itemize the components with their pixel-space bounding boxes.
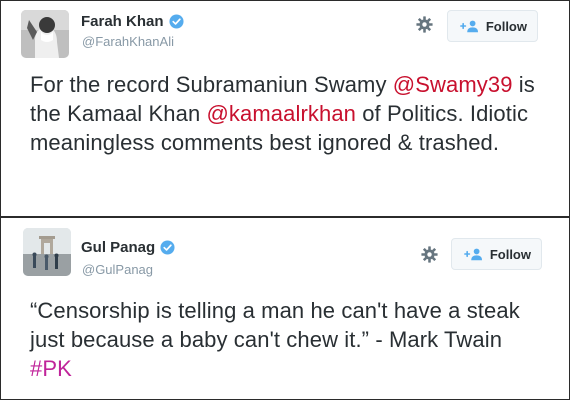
tweet-card: Farah Khan @FarahKhanAli Follow For the …: [1, 1, 569, 216]
follow-person-plus-icon: [464, 248, 483, 261]
author-name[interactable]: Gul Panag: [81, 239, 155, 256]
tweet-text: For the record Subramaniun Swamy @Swamy3…: [30, 70, 547, 157]
follow-person-plus-icon: [460, 20, 479, 33]
gear-icon[interactable]: [421, 246, 438, 263]
tweets-composite: Farah Khan @FarahKhanAli Follow For the …: [0, 0, 570, 400]
author-name-row: Gul Panag: [81, 239, 175, 256]
avatar[interactable]: [21, 10, 69, 58]
follow-button[interactable]: Follow: [447, 10, 538, 42]
gear-icon[interactable]: [416, 16, 433, 33]
avatar[interactable]: [23, 228, 71, 276]
tweet-text: “Censorship is telling a man he can't ha…: [30, 296, 547, 383]
tweet-card: Gul Panag @GulPanag Follow “Censorship i…: [1, 218, 569, 399]
follow-button-label: Follow: [485, 18, 527, 34]
author-handle[interactable]: @GulPanag: [82, 262, 153, 277]
follow-button-label: Follow: [489, 246, 531, 262]
follow-button[interactable]: Follow: [451, 238, 542, 270]
hashtag-link[interactable]: #PK: [30, 356, 72, 381]
author-handle[interactable]: @FarahKhanAli: [82, 34, 174, 49]
verified-badge-icon: [160, 240, 175, 255]
author-name[interactable]: Farah Khan: [81, 13, 164, 30]
mention-link[interactable]: @kamaalrkhan: [207, 101, 357, 126]
verified-badge-icon: [168, 14, 184, 29]
author-name-row: Farah Khan: [81, 13, 184, 30]
mention-link[interactable]: @Swamy39: [393, 72, 513, 97]
tweet-text-part: For the record Subramaniun Swamy: [30, 72, 393, 97]
tweet-text-part: “Censorship is telling a man he can't ha…: [30, 298, 520, 352]
